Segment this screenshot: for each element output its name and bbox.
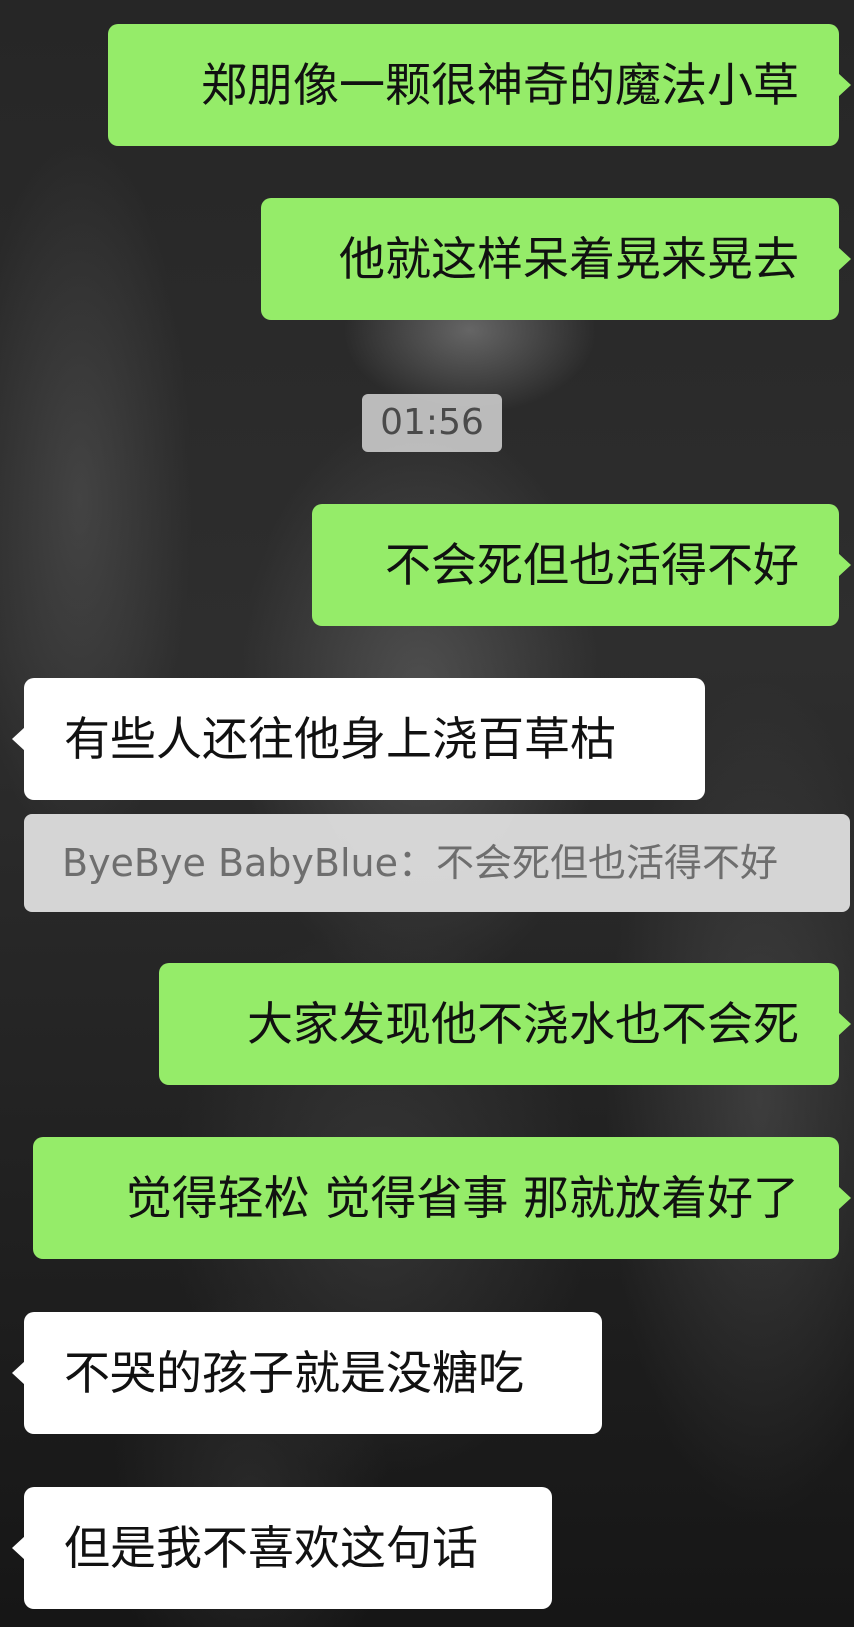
- message-text: 郑朋像一颗很神奇的魔法小草: [201, 58, 799, 112]
- message-text: 觉得轻松 觉得省事 那就放着好了: [125, 1171, 799, 1225]
- message-text: 不会死但也活得不好: [385, 538, 799, 592]
- message-bubble-sent[interactable]: 他就这样呆着晃来晃去: [261, 198, 851, 320]
- quoted-message[interactable]: ByeBye BabyBlue：不会死但也活得不好: [24, 814, 850, 912]
- message-text: 有些人还往他身上浇百草枯: [64, 712, 616, 766]
- message-bubble-sent[interactable]: 大家发现他不浇水也不会死: [159, 963, 851, 1085]
- message-bubble-received[interactable]: 有些人还往他身上浇百草枯: [12, 678, 705, 800]
- message-text: 大家发现他不浇水也不会死: [247, 997, 799, 1051]
- message-timestamp: 01:56: [362, 394, 502, 452]
- message-bubble-sent[interactable]: 郑朋像一颗很神奇的魔法小草: [108, 24, 851, 146]
- message-text: 但是我不喜欢这句话: [64, 1521, 478, 1575]
- message-bubble-received[interactable]: 不哭的孩子就是没糖吃: [12, 1312, 602, 1434]
- message-text: 不哭的孩子就是没糖吃: [64, 1346, 524, 1400]
- message-bubble-sent[interactable]: 不会死但也活得不好: [312, 504, 851, 626]
- message-bubble-received[interactable]: 但是我不喜欢这句话: [12, 1487, 552, 1609]
- message-bubble-sent[interactable]: 觉得轻松 觉得省事 那就放着好了: [33, 1137, 851, 1259]
- message-text: 他就这样呆着晃来晃去: [339, 232, 799, 286]
